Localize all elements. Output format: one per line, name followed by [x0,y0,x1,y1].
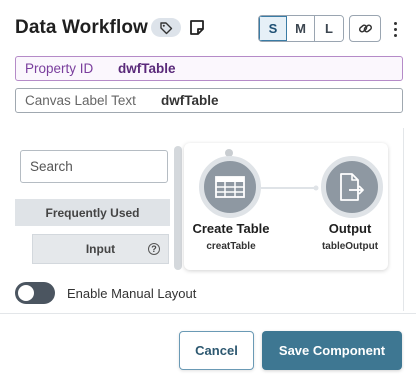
node-subtitle: creatTable [206,241,256,252]
cancel-button[interactable]: Cancel [179,331,254,370]
canvas-label-value: dwfTable [161,93,219,108]
help-circle-icon[interactable]: ? [148,243,160,255]
palette-section-header[interactable]: Frequently Used [15,199,170,226]
property-id-field[interactable]: Property ID dwfTable [15,56,403,81]
size-small-button[interactable]: S [259,16,287,41]
file-export-icon [340,173,364,201]
link-icon [358,24,372,33]
more-dot [393,33,397,37]
link-button[interactable] [349,15,381,42]
more-dot [393,27,397,31]
size-large-button[interactable]: L [315,16,343,41]
dialog-title: Data Workflow [15,17,148,38]
node-title: Output [328,221,372,236]
manual-layout-toggle[interactable] [15,282,55,304]
more-vertical-icon[interactable] [388,16,402,42]
node-subtitle: tableOutput [321,241,379,252]
footer-divider [0,313,416,314]
node-title: Create Table [192,221,270,236]
tag-button[interactable] [151,18,181,37]
workflow-node-output[interactable] [321,156,383,218]
toggle-knob [18,285,34,301]
palette-item-label: Input [85,242,116,256]
size-toggle-group: S M L [258,15,344,42]
table-icon [215,176,245,198]
manual-layout-label: Enable Manual Layout [67,286,197,301]
panel-scroll-edge [403,128,404,311]
sticky-note-icon[interactable] [189,19,205,36]
canvas-label-field[interactable]: Canvas Label Text dwfTable [15,88,403,113]
dialog-header: Data Workflow S M L [0,0,416,56]
node-palette: Search Frequently Used Input ? [15,146,171,270]
size-medium-button[interactable]: M [287,16,315,41]
workflow-canvas[interactable]: Create Table creatTable Output tableOutp… [184,143,388,270]
property-id-value: dwfTable [118,61,176,76]
palette-search-input[interactable]: Search [20,150,168,183]
workflow-connector [261,185,319,191]
tag-icon [160,21,173,34]
palette-scrollbar[interactable] [174,146,182,270]
property-id-label: Property ID [25,61,94,76]
workflow-node-create-table[interactable] [199,156,261,218]
save-component-button[interactable]: Save Component [262,331,402,370]
canvas-label-label: Canvas Label Text [25,93,136,108]
palette-item-input[interactable]: Input ? [32,234,169,264]
more-dot [393,21,397,25]
